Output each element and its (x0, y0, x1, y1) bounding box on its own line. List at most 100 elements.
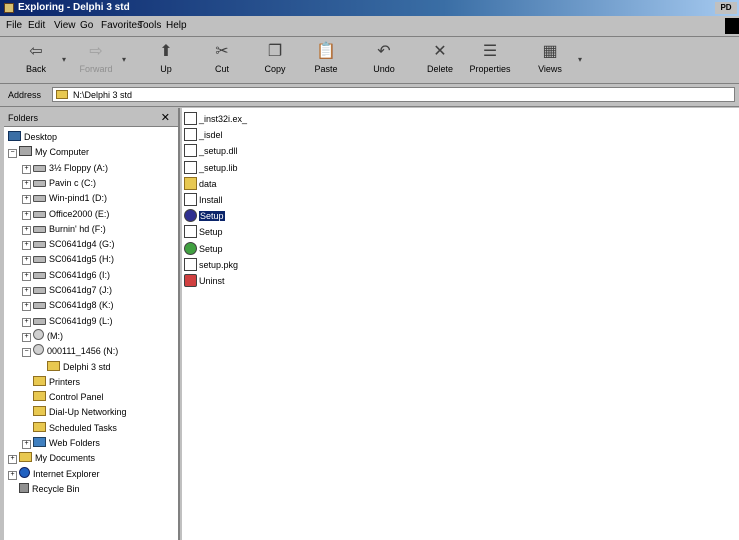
tree-item-label: Pavin c (C:) (49, 177, 97, 188)
expand-icon[interactable]: + (22, 210, 31, 220)
file-item[interactable]: data (184, 176, 217, 193)
folder-icon (33, 421, 46, 432)
file-name: Uninst (199, 276, 225, 286)
menu-item-edit[interactable]: Edit (28, 20, 45, 31)
expand-icon[interactable]: + (22, 440, 31, 449)
clipboard-icon: 📋 (316, 43, 336, 60)
tree-item[interactable]: Scheduled Tasks (33, 421, 117, 436)
file-item[interactable]: _setup.lib (184, 160, 238, 177)
file-item[interactable]: Install (184, 193, 223, 209)
collapse-icon[interactable]: − (22, 348, 31, 358)
tree-item[interactable]: Printers (33, 375, 80, 390)
file-name: Setup (199, 227, 223, 238)
tree-item[interactable]: − My Computer (8, 145, 89, 160)
menu-item-help[interactable]: Help (166, 20, 187, 31)
tree-item[interactable]: + SC0641dg6 (I:) (22, 268, 110, 283)
close-icon[interactable]: ✕ (161, 111, 170, 124)
paste-button[interactable]: 📋 Paste (304, 39, 348, 81)
menu-item-favorites[interactable]: Favorites (101, 20, 142, 31)
delete-button[interactable]: ✕ Delete (418, 39, 462, 81)
file-item[interactable]: Uninst (184, 274, 225, 290)
tree-item[interactable]: +3½ Floppy (A:) (22, 161, 108, 176)
drive-icon (33, 317, 46, 325)
file-item[interactable]: Setup (184, 225, 223, 241)
views-button[interactable]: ▦ Views (528, 39, 572, 81)
delete-icon: ✕ (433, 43, 447, 60)
expand-icon[interactable]: + (22, 256, 31, 266)
expand-icon[interactable]: + (22, 302, 31, 312)
chevron-down-icon[interactable]: ▾ (122, 55, 126, 64)
tree-item[interactable]: − 000111_1456 (N:) (22, 344, 118, 359)
file-item[interactable]: _setup.dll (184, 144, 238, 160)
tree-item[interactable]: Control Panel (33, 390, 104, 405)
up-button[interactable]: ⬆ Up (144, 39, 188, 81)
address-field[interactable]: N:\Delphi 3 std (52, 87, 735, 102)
menu-item-go[interactable]: Go (80, 20, 93, 31)
drive-icon (33, 195, 46, 203)
title-bar: Exploring - Delphi 3 std PD (0, 0, 739, 16)
tree-item[interactable]: + SC0641dg7 (J:) (22, 283, 112, 298)
menu-item-file[interactable]: File (6, 20, 22, 31)
tree-item[interactable]: + Pavin c (C:) (22, 176, 96, 191)
title-bar-button[interactable]: PD (715, 2, 737, 14)
expand-icon[interactable]: + (22, 241, 31, 251)
expand-icon[interactable]: + (22, 332, 31, 342)
toolbar-label: Views (538, 64, 562, 74)
file-item[interactable]: _isdel (184, 128, 223, 144)
tree-item[interactable]: + Web Folders (22, 436, 100, 451)
menu-item-tools[interactable]: Tools (138, 20, 161, 31)
tree-item[interactable]: + My Documents (8, 451, 95, 466)
address-value[interactable]: N:\Delphi 3 std (73, 90, 132, 100)
expand-icon[interactable]: + (22, 179, 31, 189)
address-bar: Address N:\Delphi 3 std (0, 84, 739, 107)
tree-item[interactable]: Recycle Bin (19, 482, 80, 497)
expand-icon[interactable]: + (22, 317, 31, 327)
forward-button[interactable]: ⇨ Forward (74, 39, 118, 81)
address-label: Address (8, 90, 42, 100)
expand-icon[interactable]: + (22, 287, 31, 296)
drive-icon (33, 210, 46, 218)
tree-item-label: Recycle Bin (32, 483, 80, 494)
file-item[interactable]: _inst32i.ex_ (184, 112, 247, 128)
undo-button[interactable]: ↶ Undo (362, 39, 406, 81)
expand-icon[interactable]: + (22, 271, 31, 281)
tree-item[interactable]: Dial-Up Networking (33, 405, 127, 420)
copy-button[interactable]: ❐ Copy (253, 39, 297, 81)
tree-item[interactable]: + (M:) (22, 328, 63, 344)
expand-icon[interactable]: + (22, 225, 31, 235)
tree-item[interactable]: Delphi 3 std (47, 360, 111, 375)
collapse-icon[interactable]: − (8, 149, 17, 159)
tree-item[interactable]: + SC0641dg9 (L:) (22, 314, 113, 329)
tree-item[interactable]: + Win-pind1 (D:) (22, 191, 107, 206)
folder-icon (56, 90, 68, 99)
expand-icon[interactable]: + (8, 455, 17, 465)
tree-item[interactable]: + Office2000 (E:) (22, 207, 109, 222)
tree-item[interactable]: Desktop (8, 130, 57, 145)
uninstall-icon (184, 274, 197, 287)
tree-item[interactable]: + Burnin' hd (F:) (22, 222, 106, 237)
folder-icon (184, 176, 197, 190)
file-icon (184, 160, 197, 174)
drive-icon (33, 256, 46, 264)
file-item[interactable]: Setup (184, 241, 223, 258)
tree-item[interactable]: + SC0641dg5 (H:) (22, 252, 114, 267)
chevron-down-icon[interactable]: ▾ (578, 55, 582, 64)
internet-explorer-icon (19, 466, 30, 478)
cut-button[interactable]: ✂ Cut (200, 39, 244, 81)
back-button[interactable]: ⇦ Back (14, 39, 58, 81)
file-item[interactable]: setup.pkg (184, 257, 238, 274)
chevron-down-icon[interactable]: ▾ (62, 55, 66, 64)
cd-drive-icon (33, 328, 44, 340)
tree-item[interactable]: + SC0641dg8 (K:) (22, 298, 114, 313)
tree-item[interactable]: + Internet Explorer (8, 466, 100, 482)
expand-icon[interactable]: + (22, 195, 31, 205)
menu-item-view[interactable]: View (54, 20, 76, 31)
toolbar: ⇦ Back ⇨ Forward ⬆ Up ✂ Cut ❐ Copy 📋 Paste ↶ Undo ✕ Del… (0, 37, 739, 84)
properties-button[interactable]: ☰ Properties (468, 39, 512, 81)
expand-icon[interactable]: + (22, 164, 31, 174)
drive-icon (33, 241, 46, 249)
tree-item[interactable]: + SC0641dg4 (G:) (22, 237, 115, 252)
drive-icon (33, 271, 46, 279)
file-item[interactable]: Setup (184, 209, 225, 225)
expand-icon[interactable]: + (8, 470, 17, 480)
